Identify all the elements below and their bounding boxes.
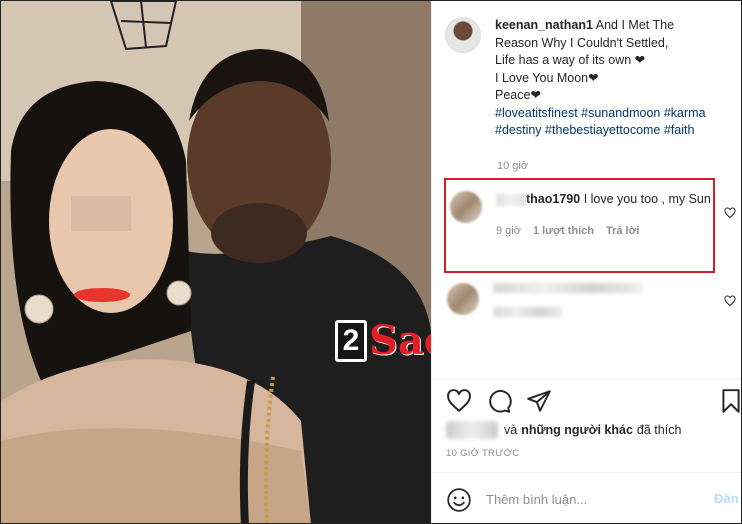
likes-suffix: đã thích: [636, 423, 682, 437]
likes-others-link[interactable]: những người khác: [521, 423, 633, 437]
caption-line-1: And I Met The: [595, 18, 675, 32]
bookmark-icon[interactable]: [718, 388, 742, 414]
comment-like-heart-icon[interactable]: [724, 207, 736, 219]
watermark-box: 2: [335, 319, 367, 362]
caption-line-3: Life has a way of its own ❤: [495, 53, 646, 67]
heart-icon[interactable]: [446, 388, 472, 414]
comment-icon[interactable]: [486, 388, 512, 414]
comment-item: thao1790 I love you too , my Sun 9 giờ 1…: [450, 191, 720, 240]
caption-line-5: Peace❤: [495, 88, 541, 102]
comment-text: I love you too , my Sun: [583, 192, 711, 206]
commenter-avatar-blurred[interactable]: [447, 283, 479, 315]
post-time-ago[interactable]: 10 giờ: [497, 160, 528, 172]
divider: [431, 379, 741, 380]
instagram-post-window: 2 Sao keenan_nathan1 And I Met The Reaso…: [0, 0, 742, 524]
likes-summary: và những người khác đã thích: [446, 421, 681, 439]
blurred-comment-line: [493, 283, 643, 293]
caption-text: keenan_nathan1 And I Met The Reason Why …: [495, 17, 706, 140]
post-timestamp[interactable]: 10 GIỜ TRƯỚC: [446, 448, 519, 459]
photo-illustration: [1, 1, 431, 523]
likes-and-text: và: [504, 423, 518, 437]
author-avatar[interactable]: [445, 17, 481, 53]
hashtags-line-2[interactable]: #destiny #thebestiayettocome #faith: [495, 122, 706, 140]
share-icon[interactable]: [526, 388, 552, 414]
post-photo[interactable]: 2 Sao: [1, 1, 431, 523]
author-username[interactable]: keenan_nathan1: [495, 18, 593, 32]
comment-time[interactable]: 9 giờ: [496, 223, 521, 241]
comment-like-heart-icon[interactable]: [724, 295, 736, 307]
watermark-text: Sao: [369, 317, 431, 364]
caption-line-4: I Love You Moon❤: [495, 70, 599, 85]
blurred-comment-line: [493, 307, 563, 317]
comment-item-blurred: [447, 283, 717, 331]
post-caption: keenan_nathan1 And I Met The Reason Why …: [445, 17, 737, 140]
post-actions: [446, 388, 742, 414]
comment-input[interactable]: [486, 489, 701, 509]
commenter-avatar[interactable]: [450, 191, 482, 223]
watermark-logo: 2 Sao: [335, 317, 431, 364]
post-comment-button[interactable]: Đăn: [714, 491, 739, 506]
blurred-username-prefix: [496, 193, 526, 206]
add-comment-bar: Đăn: [431, 472, 741, 523]
hashtags-line-1[interactable]: #loveatitsfinest #sunandmoon #karma: [495, 105, 706, 123]
caption-line-2: Reason Why I Couldn't Settled,: [495, 35, 669, 50]
emoji-icon[interactable]: [446, 487, 472, 513]
blurred-liker-avatars: [446, 421, 498, 439]
commenter-username[interactable]: thao1790: [526, 192, 580, 206]
reply-button[interactable]: Trả lời: [606, 223, 640, 241]
comment-likes[interactable]: 1 lượt thích: [533, 223, 594, 241]
